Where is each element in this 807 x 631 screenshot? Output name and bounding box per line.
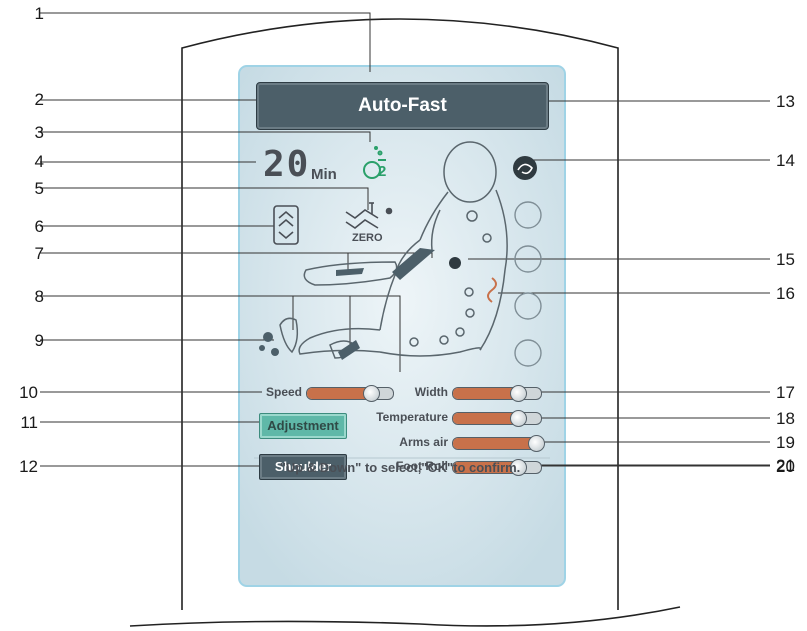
slider-knob-2[interactable] [510,385,527,402]
callout-18: 18 [776,409,795,428]
hand-massage-icon [513,156,537,180]
callout-10: 10 [19,383,38,402]
slider-fill [307,388,372,399]
callout-1: 1 [34,4,44,23]
slider-knob-3[interactable] [510,410,527,427]
callout-9: 9 [34,331,44,350]
slider-label-3: Temperature [376,410,448,424]
callout-4: 4 [34,152,44,171]
slider-track-2[interactable] [452,387,542,400]
callout-15: 15 [776,250,795,269]
callout-17: 17 [776,383,795,402]
slider-label-1: Speed [265,385,302,399]
timer-unit: Min [311,166,337,183]
slider-knob-4[interactable] [527,435,545,452]
callout-11: 11 [20,413,38,432]
slider-track-3[interactable] [452,412,542,425]
slider-fill [453,438,537,449]
callout-6: 6 [34,217,44,236]
slider-label-4: Arms air [399,435,448,449]
callout-13: 13 [776,92,795,111]
zero-gravity-label: ZERO [352,232,383,244]
callout-8: 8 [34,287,44,306]
slider-track-1[interactable] [306,387,394,400]
adjustment-button[interactable]: Adjustment [259,413,347,439]
body-point-active [449,257,461,269]
callout-19: 19 [776,433,795,452]
callout-12: 12 [19,457,38,476]
slider-label-2: Width [414,385,448,399]
program-title-bar: Auto-Fast [256,82,549,130]
callout-5: 5 [34,179,44,198]
footer-hint: "Up & Down" to select,"OK"to confirm. [279,460,521,475]
callout-21: 21 [776,456,795,475]
timer-value: 20 [263,144,311,185]
oxygen-level: 2 [378,163,387,180]
callout-14: 14 [776,151,795,170]
remote-control-diagram: Auto-Fast 20 Min 2 ZERO Adjustment Shoul… [0,0,807,631]
callout-2: 2 [34,90,44,109]
callout-3: 3 [34,123,44,142]
callout-7: 7 [34,244,44,263]
program-title: Auto-Fast [358,95,447,116]
callout-16: 16 [776,284,795,303]
slider-knob-1[interactable] [362,385,380,402]
